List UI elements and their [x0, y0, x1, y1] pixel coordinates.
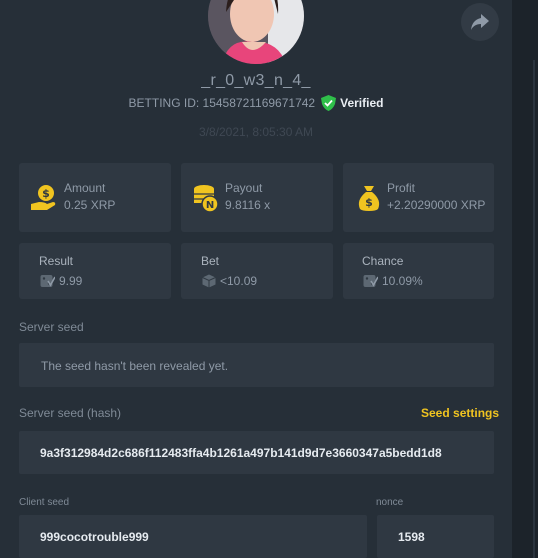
dice-cube-icon	[202, 274, 216, 288]
nonce-label: nonce	[376, 497, 404, 508]
profit-card: $ Profit +2.20290000 XRP	[343, 163, 494, 232]
bet-detail-panel: _r_0_w3_n_4_ BETTING ID: 154587211696717…	[0, 0, 512, 558]
betting-id-row: BETTING ID: 15458721169671742 Verified	[0, 95, 512, 111]
nonce-value: 1598	[398, 530, 425, 544]
avatar	[208, 0, 304, 64]
server-seed-hash-label: Server seed (hash)	[19, 406, 122, 420]
bet-label: Bet	[201, 254, 220, 268]
profit-label: Profit	[387, 181, 416, 195]
bet-card: Bet <10.09	[181, 243, 333, 299]
result-value: 9.99	[59, 274, 83, 288]
chance-value: 10.09%	[382, 274, 423, 288]
verified-badge: Verified	[321, 95, 383, 111]
scroll-track[interactable]	[512, 0, 538, 558]
username: _r_0_w3_n_4_	[201, 72, 311, 89]
server-seed-label: Server seed	[19, 320, 84, 334]
client-seed-label: Client seed	[19, 497, 70, 508]
payout-label: Payout	[225, 181, 263, 195]
money-bag-hand-icon: $	[31, 185, 56, 210]
amount-card: $ Amount 0.25 XRP	[19, 163, 171, 232]
server-seed-value: The seed hasn't been revealed yet.	[41, 359, 229, 373]
server-seed-hash-value: 9a3f312984d2c686f112483ffa4b1261a497b141…	[40, 446, 442, 460]
bet-value: <10.09	[220, 274, 258, 288]
betting-id: BETTING ID: 15458721169671742	[128, 96, 316, 110]
bet-date: 3/8/2021, 8:05:30 AM	[198, 125, 314, 139]
share-button[interactable]	[461, 3, 499, 41]
profit-value: +2.20290000 XRP	[387, 198, 486, 212]
dice-icon	[363, 275, 378, 287]
share-icon	[471, 14, 489, 30]
scroll-line	[533, 60, 535, 558]
money-bag-icon: $	[358, 186, 380, 211]
svg-text:N: N	[206, 200, 214, 211]
server-seed-field: The seed hasn't been revealed yet.	[19, 343, 494, 387]
client-seed-value: 999cocotrouble999	[40, 530, 149, 544]
chance-label: Chance	[362, 254, 404, 268]
payout-value: 9.8116 x	[225, 198, 271, 212]
coin-stack-icon: N	[194, 185, 219, 212]
nonce-field[interactable]: 1598	[377, 515, 494, 558]
amount-value: 0.25 XRP	[64, 198, 116, 212]
dice-icon	[40, 275, 55, 287]
chance-card: Chance 10.09%	[343, 243, 494, 299]
verified-shield-icon	[321, 95, 337, 111]
payout-card: N Payout 9.8116 x	[181, 163, 333, 232]
verified-label: Verified	[340, 96, 384, 110]
client-seed-field[interactable]: 999cocotrouble999	[19, 515, 367, 558]
amount-label: Amount	[64, 181, 106, 195]
seed-settings-link[interactable]: Seed settings	[421, 406, 499, 420]
result-label: Result	[39, 254, 74, 268]
result-card: Result 9.99	[19, 243, 171, 299]
server-seed-hash-field[interactable]: 9a3f312984d2c686f112483ffa4b1261a497b141…	[19, 431, 494, 474]
svg-text:$: $	[365, 196, 373, 209]
svg-text:$: $	[42, 187, 50, 200]
